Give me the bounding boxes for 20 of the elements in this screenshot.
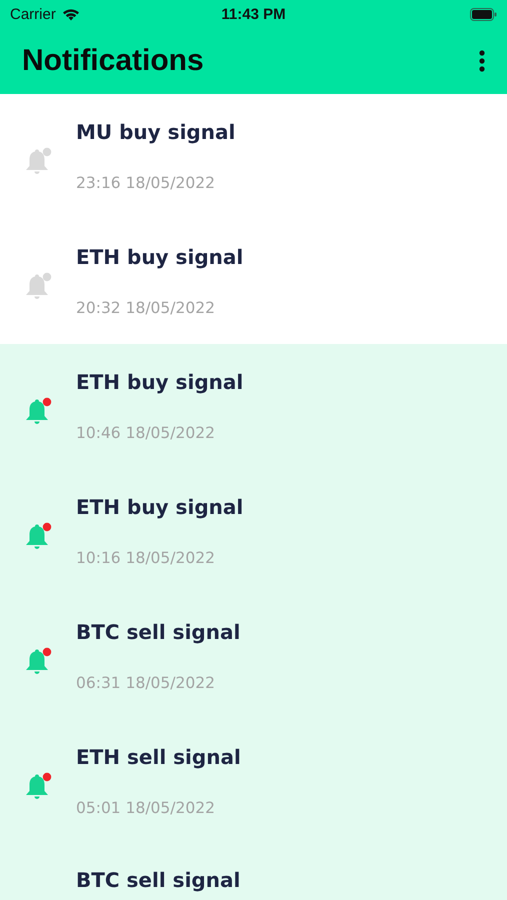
notification-title: ETH sell signal: [76, 745, 241, 769]
carrier-label: Carrier: [10, 6, 56, 22]
notification-title: ETH buy signal: [76, 245, 244, 269]
notification-time: 20:32 18/05/2022: [76, 299, 216, 317]
notification-title: BTC sell signal: [76, 868, 240, 892]
notification-row[interactable]: MU buy signal 23:16 18/05/2022: [0, 94, 507, 219]
clock-time: 11:43 PM: [221, 6, 286, 22]
notification-time: 23:16 18/05/2022: [76, 174, 216, 192]
wifi-icon: [62, 8, 80, 20]
notification-title: MU buy signal: [76, 120, 236, 144]
notification-title: ETH buy signal: [76, 495, 244, 519]
notification-title: ETH buy signal: [76, 370, 244, 394]
notification-time: 05:01 18/05/2022: [76, 799, 216, 817]
page-title: Notifications: [22, 44, 204, 78]
notification-title: BTC sell signal: [76, 620, 240, 644]
battery-icon: [470, 8, 497, 20]
notification-time: 10:46 18/05/2022: [76, 424, 216, 442]
notification-time: 10:16 18/05/2022: [76, 549, 216, 567]
notification-time: 06:31 18/05/2022: [76, 674, 216, 692]
notification-row[interactable]: ETH buy signal 20:32 18/05/2022: [0, 219, 507, 344]
